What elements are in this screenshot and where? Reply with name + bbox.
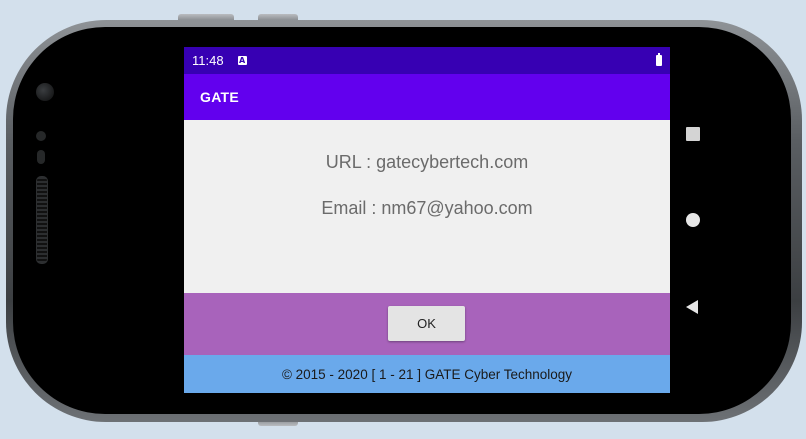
ok-button[interactable]: OK <box>388 306 465 341</box>
footer-text: © 2015 - 2020 [ 1 - 21 ] GATE Cyber Tech… <box>281 366 573 382</box>
emulator-window: 11:48 A GATE URL : gatecybertech.com Ema… <box>0 0 806 439</box>
front-camera-icon <box>36 83 54 101</box>
home-icon[interactable] <box>686 213 700 227</box>
proximity-sensor-icon <box>36 131 46 141</box>
app-bar: GATE <box>184 74 670 120</box>
speaker-grille <box>36 176 48 264</box>
email-text: Email : nm67@yahoo.com <box>321 198 533 218</box>
light-sensor-icon <box>37 150 45 164</box>
back-icon[interactable] <box>686 300 698 314</box>
status-bar: 11:48 A <box>184 47 670 74</box>
footer: © 2015 - 2020 [ 1 - 21 ] GATE Cyber Tech… <box>184 355 670 393</box>
action-area: OK <box>184 293 670 355</box>
info-content: URL : gatecybertech.com Email : nm67@yah… <box>184 120 670 293</box>
status-time: 11:48 <box>192 53 224 68</box>
device-screen: 11:48 A GATE URL : gatecybertech.com Ema… <box>184 47 670 393</box>
recents-icon[interactable] <box>686 127 700 141</box>
battery-icon <box>656 53 662 66</box>
app-title: GATE <box>200 89 240 105</box>
notification-icon: A <box>237 56 247 65</box>
url-text: URL : gatecybertech.com <box>325 152 529 172</box>
